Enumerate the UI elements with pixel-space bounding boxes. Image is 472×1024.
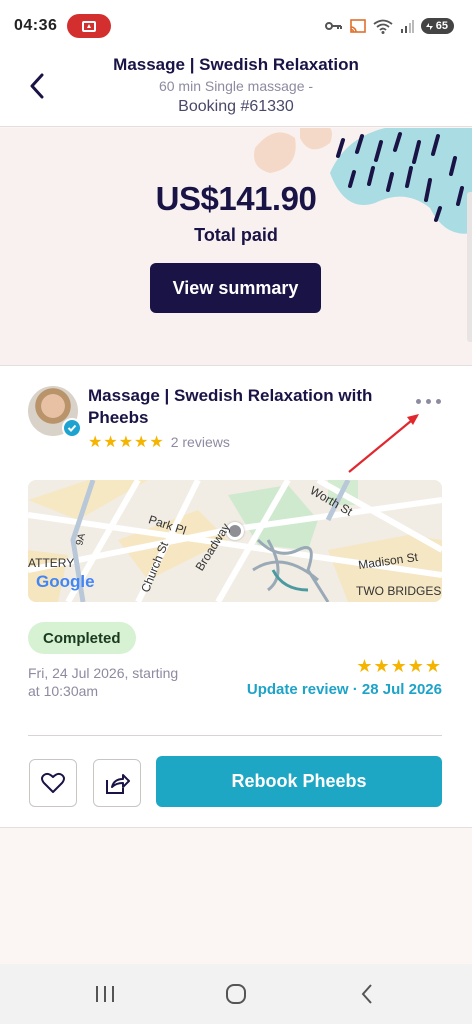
home-button[interactable] [206,974,266,1014]
screen-record-icon [67,14,112,38]
status-icons: 65 [324,18,454,34]
back-button[interactable] [22,70,52,102]
avatar[interactable] [28,386,82,438]
back-nav-button[interactable] [337,974,397,1014]
booking-date-line1: Fri, 24 Jul 2026, starting [28,665,179,681]
reviews-link[interactable]: 2 reviews [171,434,230,450]
status-time: 04:36 [14,17,58,34]
page-subtitle: 60 min Single massage - [158,78,314,94]
key-icon [324,22,342,30]
header: Massage | Swedish Relaxation 60 min Sing… [0,52,472,127]
star-rating: ★★★★★ [88,434,165,451]
rebook-button[interactable]: Rebook Pheebs [156,756,442,807]
arrow-annotation [348,414,419,473]
view-summary-button[interactable]: View summary [150,263,321,313]
google-logo: Google [36,572,95,591]
map-label: TWO BRIDGES [356,584,442,598]
booking-number: Booking #61330 [178,98,294,115]
cast-icon [349,19,366,33]
recent-apps-icon [96,986,115,1002]
booking-card: Massage | Swedish Relaxation with Pheebs… [0,366,472,828]
page-title: Massage | Swedish Relaxation [113,55,359,74]
system-nav-bar [0,964,472,1024]
battery-level: 65 [435,20,448,32]
back-nav-icon [361,984,372,1004]
home-icon [225,984,246,1004]
location-map[interactable]: Park Pl Church St Broadway Worth St Madi… [28,480,442,602]
signal-icon [400,20,414,33]
share-button[interactable] [93,759,141,807]
recent-apps-button[interactable] [75,974,135,1014]
booking-date: Fri, 24 Jul 2026, starting at 10:30am [28,664,218,700]
battery-icon: 65 [420,18,454,34]
booking-date-line2: at 10:30am [28,683,99,699]
wifi-icon [373,19,393,34]
total-paid-label: Total paid [194,225,278,245]
decorative-pattern [254,128,472,234]
payment-section: US$141.90 Total paid View summary [0,128,472,366]
divider [28,735,442,736]
my-star-rating: ★★★★★ [356,656,442,676]
heart-icon [41,772,65,793]
status-badge: Completed [28,622,136,654]
header-text: Massage | Swedish Relaxation 60 min Sing… [60,54,412,118]
provider-rating: ★★★★★ 2 reviews [88,432,230,452]
verified-icon [62,418,82,438]
total-amount: US$141.90 [155,180,317,217]
favorite-button[interactable] [29,759,77,807]
status-bar: 04:36 65 [0,0,472,52]
share-icon [106,774,130,794]
map-label: ATTERY [28,556,75,570]
chevron-left-icon [30,73,44,99]
scrollbar[interactable] [467,192,472,342]
update-review-link[interactable]: Update review · 28 Jul 2026 [247,681,442,698]
